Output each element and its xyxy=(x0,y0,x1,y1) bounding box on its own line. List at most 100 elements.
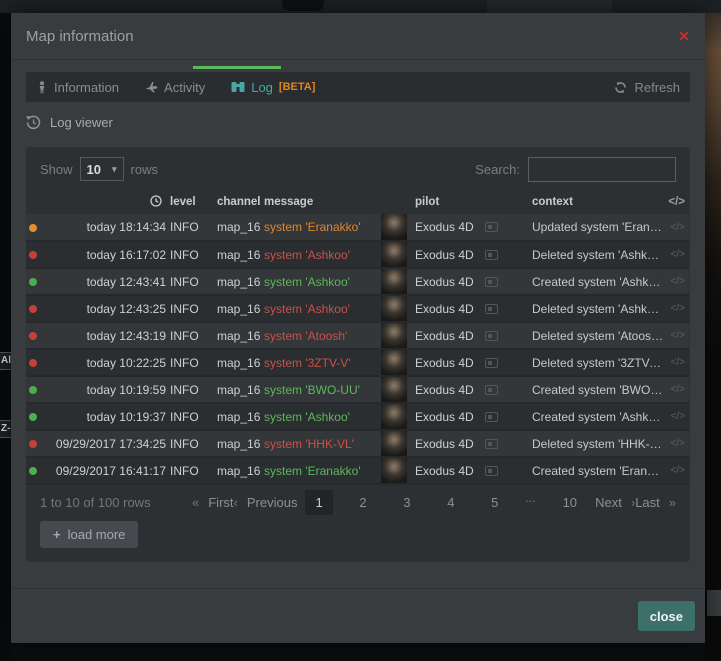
tab-activity-label: Activity xyxy=(164,80,205,95)
header-channel[interactable]: channel xyxy=(215,191,262,214)
cell-time: today 18:14:34 xyxy=(42,214,168,241)
refresh-label: Refresh xyxy=(634,80,680,95)
plus-icon: + xyxy=(53,527,61,542)
pilot-idcard-icon[interactable] xyxy=(485,358,498,368)
header-context[interactable]: context xyxy=(530,191,666,214)
cell-context: Created system 'Eranakko... xyxy=(530,457,666,484)
header-message[interactable]: message xyxy=(262,191,381,214)
cell-level: INFO xyxy=(168,268,215,295)
pagination-previous[interactable]: ‹ Previous xyxy=(234,495,298,510)
cell-level: INFO xyxy=(168,430,215,457)
pagination-last[interactable]: Last » xyxy=(635,495,676,510)
cell-time: today 16:17:02 xyxy=(42,241,168,268)
pilot-idcard-icon[interactable] xyxy=(485,466,498,476)
background-right-sliver xyxy=(705,13,721,661)
top-bar-patch xyxy=(487,0,612,13)
pilot-idcard-icon[interactable] xyxy=(485,277,498,287)
row-code-icon[interactable]: </> xyxy=(666,268,689,295)
load-more-label: load more xyxy=(68,527,126,542)
status-dot-icon xyxy=(29,413,37,421)
cell-message: system 'Eranakko' xyxy=(264,220,361,234)
page-size-select[interactable]: 10 ▾ xyxy=(80,157,124,181)
plane-icon xyxy=(145,81,158,94)
pagination-summary: 1 to 10 of 100 rows xyxy=(40,495,192,510)
pagination-page-1[interactable]: 1 xyxy=(305,490,332,515)
status-dot-icon xyxy=(29,386,37,394)
pilot-idcard-icon[interactable] xyxy=(485,250,498,260)
cell-level: INFO xyxy=(168,376,215,403)
cell-time: today 10:19:59 xyxy=(42,376,168,403)
header-pilot[interactable]: pilot xyxy=(381,191,530,214)
header-time[interactable] xyxy=(42,191,168,214)
log-table-row: today 10:22:25 INFO map_16 system '3ZTV-… xyxy=(26,349,689,376)
cell-context: Deleted system 'Atoosh' #... xyxy=(530,322,666,349)
page-size-value: 10 xyxy=(87,162,101,177)
row-code-icon[interactable]: </> xyxy=(666,322,689,349)
row-code-icon[interactable]: </> xyxy=(666,241,689,268)
pagination-next[interactable]: Next › xyxy=(595,495,635,510)
dropdown-arrow-icon: ▾ xyxy=(112,164,117,175)
tab-bar: Information Activity Log [BETA] Refresh xyxy=(26,72,690,102)
pagination-page-5[interactable]: 5 xyxy=(481,490,508,515)
person-icon xyxy=(36,81,48,94)
tab-information[interactable]: Information xyxy=(36,80,119,95)
cell-time: today 12:43:41 xyxy=(42,268,168,295)
search-label: Search: xyxy=(475,162,520,177)
pilot-idcard-icon[interactable] xyxy=(485,304,498,314)
row-code-icon[interactable]: </> xyxy=(666,295,689,322)
pilot-idcard-icon[interactable] xyxy=(485,222,498,232)
cell-pilot-name: Exodus 4D xyxy=(415,329,474,343)
close-icon[interactable]: ✕ xyxy=(678,29,690,43)
pagination-page-3[interactable]: 3 xyxy=(393,490,420,515)
row-code-icon[interactable]: </> xyxy=(666,214,689,241)
history-icon xyxy=(26,115,41,130)
close-button[interactable]: close xyxy=(638,601,695,631)
search-input[interactable] xyxy=(528,157,676,182)
cell-pilot-name: Exodus 4D xyxy=(415,464,474,478)
cell-context: Deleted system 'Ashkoo' ... xyxy=(530,295,666,322)
cell-context: Deleted system 'HHK-VL' ... xyxy=(530,430,666,457)
pagination-page-10[interactable]: 10 xyxy=(553,490,587,515)
pagination-page-2[interactable]: 2 xyxy=(349,490,376,515)
cell-channel: map_16 xyxy=(215,457,262,484)
row-code-icon[interactable]: </> xyxy=(666,349,689,376)
pilot-idcard-icon[interactable] xyxy=(485,385,498,395)
cell-message: system 'Eranakko' xyxy=(264,464,361,478)
pilot-avatar xyxy=(381,296,407,322)
cell-message: system 'Ashkoo' xyxy=(264,302,350,316)
refresh-button[interactable]: Refresh xyxy=(614,80,680,95)
status-dot-icon xyxy=(29,359,37,367)
cell-pilot-name: Exodus 4D xyxy=(415,275,474,289)
pilot-idcard-icon[interactable] xyxy=(485,331,498,341)
pilot-avatar xyxy=(381,323,407,349)
pilot-idcard-icon[interactable] xyxy=(485,412,498,422)
pagination-page-4[interactable]: 4 xyxy=(437,490,464,515)
status-dot-icon xyxy=(29,332,37,340)
tab-activity[interactable]: Activity xyxy=(145,80,205,95)
chevron-double-right-icon: » xyxy=(669,495,676,510)
load-more-button[interactable]: + load more xyxy=(40,521,138,548)
cell-message: system '3ZTV-V' xyxy=(264,356,351,370)
pilot-idcard-icon[interactable] xyxy=(485,439,498,449)
header-level[interactable]: level xyxy=(168,191,215,214)
row-code-icon[interactable]: </> xyxy=(666,403,689,430)
pagination-previous-label: Previous xyxy=(247,495,298,510)
log-table-row: today 10:19:37 INFO map_16 system 'Ashko… xyxy=(26,403,689,430)
pagination-pages: 12345...10 xyxy=(305,490,587,515)
cell-time: 09/29/2017 17:34:25 xyxy=(42,430,168,457)
row-code-icon[interactable]: </> xyxy=(666,430,689,457)
row-code-icon[interactable]: </> xyxy=(666,376,689,403)
pagination-first[interactable]: « First xyxy=(192,495,234,510)
cell-channel: map_16 xyxy=(215,349,262,376)
tab-log-label: Log xyxy=(251,80,273,95)
cell-channel: map_16 xyxy=(215,241,262,268)
cell-channel: map_16 xyxy=(215,214,262,241)
cell-time: 09/29/2017 16:41:17 xyxy=(42,457,168,484)
status-dot-icon xyxy=(29,440,37,448)
cell-level: INFO xyxy=(168,214,215,241)
cell-message: system 'Ashkoo' xyxy=(264,410,350,424)
row-code-icon[interactable]: </> xyxy=(666,457,689,484)
status-dot-icon xyxy=(29,251,37,259)
cell-context: Deleted system '3ZTV-V' #... xyxy=(530,349,666,376)
tab-log[interactable]: Log [BETA] xyxy=(231,80,315,95)
